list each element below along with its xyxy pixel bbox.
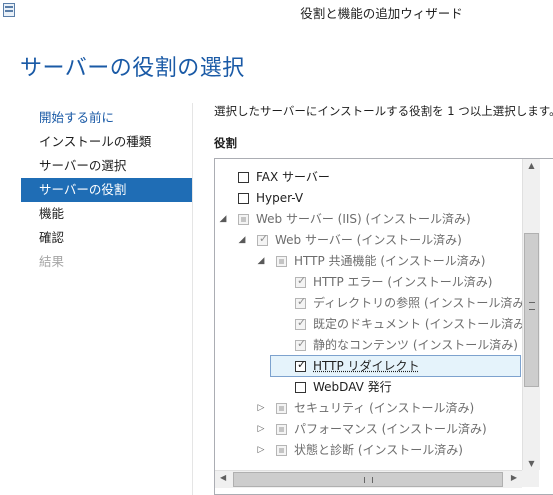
role-item[interactable]: ✓ 既定のドキュメント (インストール済み) <box>215 314 553 335</box>
triangle-right-icon[interactable]: ▷ <box>256 440 266 461</box>
role-item[interactable]: FAX サーバー <box>215 167 553 188</box>
roles-tree[interactable]: FAX サーバー Hyper-V ◢ Web サーバー (IIS) (インストール済み… <box>214 158 553 495</box>
checkmark-icon: ✓ <box>297 358 307 371</box>
triangle-down-icon[interactable]: ◢ <box>237 230 247 251</box>
nav-divider <box>192 103 193 495</box>
role-label: 静的なコンテンツ (インストール済み) <box>313 338 518 352</box>
title-bar: 役割と機能の追加ウィザード <box>0 0 553 24</box>
role-item[interactable]: ▷ パフォーマンス (インストール済み) <box>215 419 553 440</box>
nav-item-server-selection[interactable]: サーバーの選択 <box>21 154 192 178</box>
role-item[interactable]: ◢ HTTP 共通機能 (インストール済み) <box>215 251 553 272</box>
role-item[interactable]: ◢ ✓ Web サーバー (インストール済み) <box>215 230 553 251</box>
horizontal-scroll-thumb[interactable] <box>233 472 503 487</box>
role-checkbox: ✓ <box>295 274 307 288</box>
nav-item-installation-type[interactable]: インストールの種類 <box>21 130 192 154</box>
scroll-down-arrow-icon[interactable]: ▼ <box>523 459 540 468</box>
role-label: 状態と診断 (インストール済み) <box>294 443 463 457</box>
roles-heading: 役割 <box>214 136 237 150</box>
role-item[interactable]: WebDAV 発行 <box>215 377 553 398</box>
role-label: Web サーバー (IIS) (インストール済み) <box>256 212 471 226</box>
role-checkbox: ✓ <box>295 295 307 309</box>
checkmark-icon: ✓ <box>297 295 307 308</box>
scroll-up-arrow-icon[interactable]: ▲ <box>523 161 540 170</box>
checkmark-icon: ✓ <box>259 232 269 245</box>
role-item[interactable]: ▷ 状態と診断 (インストール済み) <box>215 440 553 461</box>
scroll-right-arrow-icon[interactable]: ▶ <box>511 473 517 482</box>
role-label: FAX サーバー <box>256 170 330 184</box>
role-item[interactable]: ✓ HTTP リダイレクト <box>215 355 553 377</box>
role-label: HTTP エラー (インストール済み) <box>313 275 493 289</box>
triangle-down-icon[interactable]: ◢ <box>256 251 266 272</box>
role-checkbox <box>276 256 287 267</box>
nav-item-before-you-begin[interactable]: 開始する前に <box>21 106 192 130</box>
role-label: WebDAV 発行 <box>313 380 392 394</box>
role-checkbox[interactable] <box>238 172 249 183</box>
wizard-nav: 開始する前に インストールの種類 サーバーの選択 サーバーの役割 機能 確認 結… <box>21 106 192 274</box>
role-checkbox[interactable] <box>295 382 306 393</box>
role-label: HTTP 共通機能 (インストール済み) <box>294 254 486 268</box>
window-title: 役割と機能の追加ウィザード <box>300 6 463 21</box>
role-item[interactable]: ◢ Web サーバー (IIS) (インストール済み) <box>215 209 553 230</box>
checkmark-icon: ✓ <box>297 337 307 350</box>
nav-item-features[interactable]: 機能 <box>21 202 192 226</box>
role-item[interactable]: Hyper-V <box>215 188 553 209</box>
triangle-right-icon[interactable]: ▷ <box>256 419 266 440</box>
role-label: ディレクトリの参照 (インストール済み) <box>313 296 530 310</box>
nav-item-confirmation[interactable]: 確認 <box>21 226 192 250</box>
role-label: Web サーバー (インストール済み) <box>275 233 462 247</box>
horizontal-scrollbar[interactable]: ◀ ▶ <box>215 470 522 488</box>
nav-item-results: 結果 <box>39 254 65 269</box>
scroll-left-arrow-icon[interactable]: ◀ <box>220 473 226 482</box>
role-item[interactable]: ✓ 静的なコンテンツ (インストール済み) <box>215 335 553 356</box>
role-label: HTTP リダイレクト <box>313 359 420 373</box>
nav-item-server-roles[interactable]: サーバーの役割 <box>21 178 192 202</box>
role-checkbox <box>276 403 287 414</box>
role-checkbox <box>276 424 287 435</box>
role-label: セキュリティ (インストール済み) <box>294 401 475 415</box>
page-title: サーバーの役割の選択 <box>20 56 245 81</box>
role-item[interactable]: ✓ HTTP エラー (インストール済み) <box>215 272 553 293</box>
role-checkbox: ✓ <box>257 232 269 246</box>
triangle-right-icon[interactable]: ▷ <box>256 398 266 419</box>
checkmark-icon: ✓ <box>297 316 307 329</box>
role-checkbox: ✓ <box>295 337 307 351</box>
role-label: 既定のドキュメント (インストール済み) <box>313 317 530 331</box>
role-checkbox: ✓ <box>295 316 307 330</box>
triangle-down-icon[interactable]: ◢ <box>218 209 228 230</box>
role-item[interactable]: ✓ ディレクトリの参照 (インストール済み) <box>215 293 553 314</box>
role-checkbox[interactable]: ✓ <box>295 358 307 372</box>
role-checkbox <box>238 214 249 225</box>
scrollbar-corner <box>522 470 539 487</box>
role-label: Hyper-V <box>256 191 304 205</box>
role-item[interactable]: ▷ セキュリティ (インストール済み) <box>215 398 553 419</box>
role-checkbox[interactable] <box>238 193 249 204</box>
role-checkbox <box>276 445 287 456</box>
instruction-text: 選択したサーバーにインストールする役割を 1 つ以上選択します。 <box>214 104 553 118</box>
role-label: パフォーマンス (インストール済み) <box>294 422 487 436</box>
vertical-scrollbar[interactable]: ▲ ▼ <box>522 159 540 470</box>
checkmark-icon: ✓ <box>297 274 307 287</box>
vertical-scroll-thumb[interactable] <box>524 233 539 387</box>
